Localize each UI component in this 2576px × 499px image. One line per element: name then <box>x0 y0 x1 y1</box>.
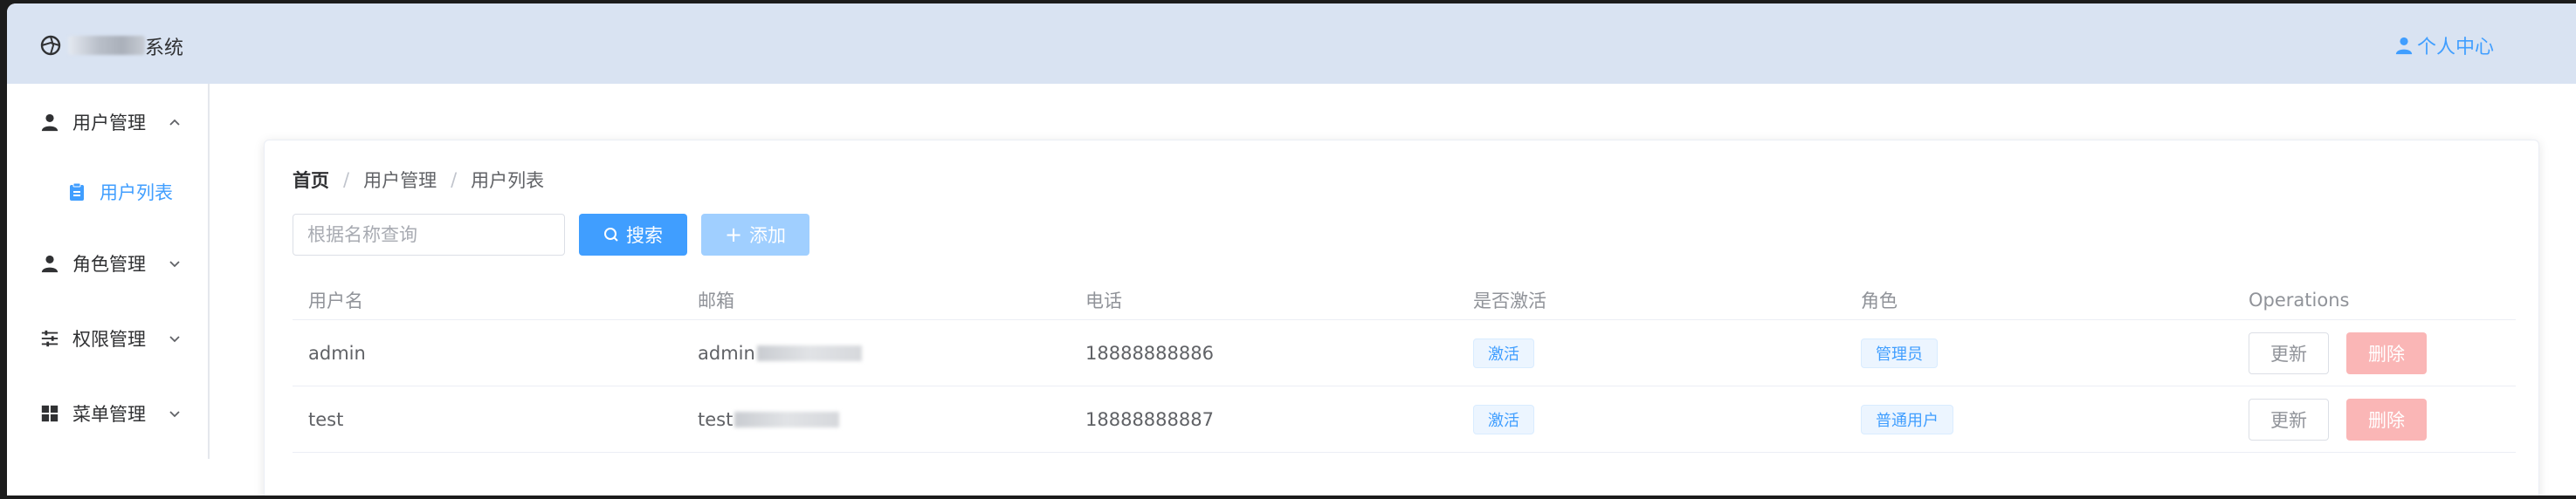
redacted-app-name <box>68 36 145 55</box>
cell-username: test <box>308 408 344 430</box>
cell-email: test <box>698 386 840 452</box>
app-window: 系统 个人中心 用户管理 用户列表 角色管理 权限管理 菜单管理 首页 / 用户… <box>7 3 2576 496</box>
active-tag: 激活 <box>1473 338 1534 368</box>
table-row: test test 18888888887 激活 普通用户 更新 删除 <box>293 386 2516 453</box>
user-icon <box>2395 37 2413 55</box>
sidebar-item-permission-management[interactable]: 权限管理 <box>7 314 208 363</box>
delete-button[interactable]: 删除 <box>2346 332 2427 374</box>
table-header: 用户名 邮箱 电话 是否激活 角色 Operations <box>293 280 2516 320</box>
sidebar-menu: 用户管理 用户列表 角色管理 权限管理 菜单管理 <box>7 84 210 459</box>
redacted-email <box>734 411 840 427</box>
cell-username: admin <box>308 342 366 364</box>
chevron-down-icon <box>169 261 180 268</box>
column-header-username: 用户名 <box>308 290 363 311</box>
grid-icon <box>41 405 59 422</box>
sidebar-item-label: 权限管理 <box>72 329 146 350</box>
add-button-label: 添加 <box>749 225 787 246</box>
delete-button[interactable]: 删除 <box>2346 398 2427 441</box>
cell-active: 激活 <box>1473 320 1534 386</box>
search-button[interactable]: 搜索 <box>579 214 687 256</box>
app-title-suffix: 系统 <box>145 38 184 59</box>
sidebar-item-user-management[interactable]: 用户管理 <box>7 98 208 147</box>
sidebar-item-label: 用户管理 <box>72 113 146 133</box>
search-icon <box>604 228 618 242</box>
cell-operations: 更新 删除 <box>2249 386 2427 452</box>
user-table: 用户名 邮箱 电话 是否激活 角色 Operations admin admin… <box>293 280 2516 453</box>
breadcrumb-user-management: 用户管理 <box>363 170 437 191</box>
table-row: admin admin 18888888886 激活 管理员 更新 删除 <box>293 320 2516 386</box>
chevron-down-icon <box>169 411 180 418</box>
redacted-email <box>756 345 862 361</box>
email-visible-part: test <box>698 408 734 430</box>
breadcrumb-home[interactable]: 首页 <box>293 167 329 193</box>
update-button[interactable]: 更新 <box>2249 332 2329 374</box>
cell-active: 激活 <box>1473 386 1534 452</box>
chevron-up-icon <box>169 119 180 126</box>
column-header-email: 邮箱 <box>698 290 734 311</box>
breadcrumb-user-list: 用户列表 <box>471 170 545 191</box>
sidebar-item-label: 角色管理 <box>72 254 146 275</box>
breadcrumb: 首页 / 用户管理 / 用户列表 <box>293 167 544 193</box>
column-header-operations: Operations <box>2249 289 2350 311</box>
main-card: 首页 / 用户管理 / 用户列表 搜索 + 添加 用户名 邮箱 电话 是否激活 … <box>264 140 2539 496</box>
add-button[interactable]: + 添加 <box>701 214 809 256</box>
user-center-label: 个人中心 <box>2416 37 2494 58</box>
breadcrumb-separator: / <box>343 169 350 190</box>
clipboard-icon <box>70 182 84 201</box>
sidebar-item-user-list[interactable]: 用户列表 <box>7 167 208 216</box>
sliders-icon <box>41 330 59 347</box>
sidebar-item-role-management[interactable]: 角色管理 <box>7 239 208 288</box>
active-tag: 激活 <box>1473 404 1534 434</box>
plus-icon: + <box>724 222 743 247</box>
top-header: 系统 个人中心 <box>7 3 2576 84</box>
user-center-link[interactable]: 个人中心 <box>2394 31 2494 59</box>
column-header-role: 角色 <box>1861 290 1898 311</box>
user-icon <box>41 113 59 132</box>
role-tag: 管理员 <box>1861 338 1938 368</box>
screen-frame: 系统 个人中心 用户管理 用户列表 角色管理 权限管理 菜单管理 首页 / 用户… <box>0 0 2576 499</box>
role-tag: 普通用户 <box>1861 404 1953 434</box>
cell-role: 管理员 <box>1861 320 1938 386</box>
cell-email: admin <box>698 320 862 386</box>
search-button-label: 搜索 <box>626 225 663 246</box>
column-header-active: 是否激活 <box>1473 290 1546 311</box>
sidebar-item-label: 用户列表 <box>100 182 173 203</box>
search-input[interactable] <box>293 214 565 256</box>
cell-phone: 18888888886 <box>1085 342 1214 364</box>
sidebar-item-menu-management[interactable]: 菜单管理 <box>7 389 208 438</box>
email-visible-part: admin <box>698 342 755 364</box>
sidebar-item-label: 菜单管理 <box>72 404 146 425</box>
chevron-down-icon <box>169 336 180 343</box>
cell-role: 普通用户 <box>1861 386 1953 452</box>
cell-operations: 更新 删除 <box>2249 320 2427 386</box>
breadcrumb-separator: / <box>451 169 458 190</box>
user-role-icon <box>41 255 59 273</box>
update-button[interactable]: 更新 <box>2249 398 2329 441</box>
aperture-icon <box>40 35 61 56</box>
cell-phone: 18888888887 <box>1085 408 1214 430</box>
column-header-phone: 电话 <box>1085 290 1122 311</box>
